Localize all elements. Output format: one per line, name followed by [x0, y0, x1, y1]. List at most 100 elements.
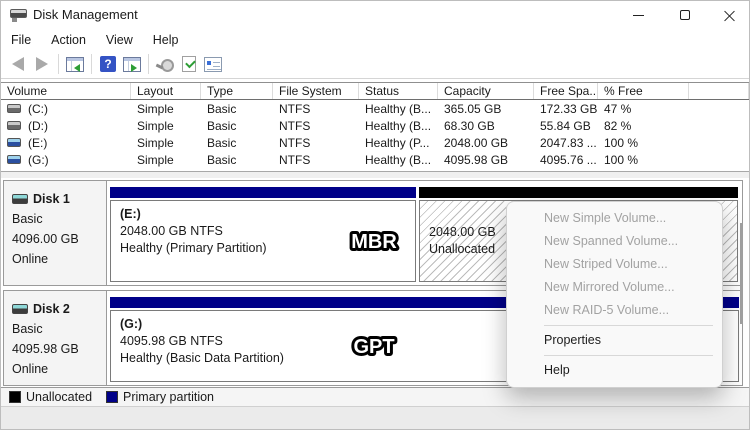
menu-separator — [544, 325, 713, 326]
volume-pct-free: 100 % — [598, 134, 689, 151]
volume-capacity: 4095.98 GB — [438, 151, 534, 168]
column-header-pct-free[interactable]: % Free — [598, 83, 689, 99]
unallocated-swatch — [9, 391, 21, 403]
column-header-capacity[interactable]: Capacity — [438, 83, 534, 99]
vertical-scrollbar[interactable] — [740, 223, 743, 324]
disk-drive-icon — [10, 8, 27, 22]
action-pane-button[interactable] — [120, 52, 144, 76]
close-button[interactable] — [707, 1, 750, 29]
magnifier-icon — [156, 57, 175, 72]
drive-icon — [7, 121, 21, 130]
volume-name: (C:) — [28, 102, 48, 116]
volume-type: Basic — [201, 100, 273, 117]
action-pane-icon — [123, 57, 141, 72]
volume-pct-free: 47 % — [598, 100, 689, 117]
volume-status: Healthy (B... — [359, 117, 438, 134]
volume-type: Basic — [201, 117, 273, 134]
primary-partition-bar — [110, 187, 416, 198]
back-button[interactable] — [6, 52, 30, 76]
volume-pct-free: 100 % — [598, 151, 689, 168]
volume-fs: NTFS — [273, 117, 359, 134]
menu-item-help[interactable]: Help — [507, 359, 722, 382]
title-bar: Disk Management — [1, 1, 749, 29]
disk1-label[interactable]: Disk 1 Basic 4096.00 GB Online — [4, 181, 107, 285]
forward-button[interactable] — [30, 52, 54, 76]
disk-management-window: Disk Management File Action View Help Vo… — [0, 0, 750, 430]
column-header-free-space[interactable]: Free Spa... — [534, 83, 598, 99]
window-title: Disk Management — [33, 7, 138, 22]
menu-item-new-spanned-volume: New Spanned Volume... — [507, 230, 722, 253]
column-header-status[interactable]: Status — [359, 83, 438, 99]
console-tree-icon — [66, 57, 84, 72]
volume-type: Basic — [201, 134, 273, 151]
menu-item-new-simple-volume: New Simple Volume... — [507, 207, 722, 230]
menu-view[interactable]: View — [96, 33, 143, 47]
disk2-label[interactable]: Disk 2 Basic 4095.98 GB Online — [4, 291, 107, 385]
menu-action[interactable]: Action — [41, 33, 96, 47]
disk-size: 4096.00 GB — [12, 229, 106, 249]
menu-item-properties[interactable]: Properties — [507, 329, 722, 352]
pane-splitter[interactable] — [1, 171, 749, 178]
close-icon — [724, 10, 735, 21]
volume-layout: Simple — [131, 117, 201, 134]
volume-row-g[interactable]: (G:) Simple Basic NTFS Healthy (B... 409… — [1, 151, 749, 168]
help-button[interactable] — [96, 52, 120, 76]
volume-fs: NTFS — [273, 134, 359, 151]
column-header-layout[interactable]: Layout — [131, 83, 201, 99]
check-button[interactable] — [177, 52, 201, 76]
partition-name: (E:) — [120, 206, 406, 223]
svg-text:GPT: GPT — [353, 336, 394, 358]
properties-button[interactable] — [201, 52, 225, 76]
volume-name: (D:) — [28, 119, 48, 133]
volume-name: (E:) — [28, 136, 47, 150]
primary-partition-swatch — [106, 391, 118, 403]
status-area — [1, 406, 749, 430]
mbr-annotation: MBR — [343, 226, 405, 256]
disk-name: Disk 1 — [33, 189, 70, 209]
unallocated-bar — [419, 187, 738, 198]
volume-status: Healthy (B... — [359, 100, 438, 117]
volume-free: 4095.76 ... — [534, 151, 598, 168]
disk-name: Disk 2 — [33, 299, 70, 319]
rescan-button[interactable] — [153, 52, 177, 76]
volume-capacity: 68.30 GB — [438, 117, 534, 134]
console-tree-button[interactable] — [63, 52, 87, 76]
disk-size: 4095.98 GB — [12, 339, 106, 359]
column-header-volume[interactable]: Volume — [1, 83, 131, 99]
volume-list-pane: Volume Layout Type File System Status Ca… — [1, 82, 749, 171]
toolbar-separator — [148, 54, 149, 74]
volume-capacity: 365.05 GB — [438, 100, 534, 117]
toolbar — [1, 50, 749, 79]
volume-layout: Simple — [131, 151, 201, 168]
checklist-icon — [182, 56, 196, 72]
volume-row-d[interactable]: (D:) Simple Basic NTFS Healthy (B... 68.… — [1, 117, 749, 134]
legend-bar: Unallocated Primary partition — [1, 387, 749, 406]
menu-file[interactable]: File — [1, 33, 41, 47]
help-icon — [100, 56, 116, 72]
toolbar-separator — [91, 54, 92, 74]
volume-row-c[interactable]: (C:) Simple Basic NTFS Healthy (B... 365… — [1, 100, 749, 117]
volume-free: 172.33 GB — [534, 100, 598, 117]
menu-item-new-mirrored-volume: New Mirrored Volume... — [507, 276, 722, 299]
volume-capacity: 2048.00 GB — [438, 134, 534, 151]
menu-item-new-raid5-volume: New RAID-5 Volume... — [507, 299, 722, 322]
minimize-button[interactable] — [616, 1, 660, 29]
disk-status: Online — [12, 359, 106, 379]
volume-status: Healthy (P... — [359, 134, 438, 151]
menu-bar: File Action View Help — [1, 29, 749, 50]
context-menu: New Simple Volume... New Spanned Volume.… — [506, 201, 723, 388]
legend-primary-label: Primary partition — [123, 390, 214, 404]
volume-pct-free: 82 % — [598, 117, 689, 134]
column-header-filler — [689, 83, 749, 99]
column-header-file-system[interactable]: File System — [273, 83, 359, 99]
volume-fs: NTFS — [273, 151, 359, 168]
volume-name: (G:) — [28, 153, 49, 167]
column-header-type[interactable]: Type — [201, 83, 273, 99]
drive-icon — [7, 155, 21, 164]
volume-type: Basic — [201, 151, 273, 168]
volume-row-e[interactable]: (E:) Simple Basic NTFS Healthy (P... 204… — [1, 134, 749, 151]
menu-help[interactable]: Help — [143, 33, 189, 47]
maximize-button[interactable] — [663, 1, 707, 29]
drive-icon — [7, 138, 21, 147]
partition-e[interactable]: (E:) 2048.00 GB NTFS Healthy (Primary Pa… — [110, 187, 416, 282]
